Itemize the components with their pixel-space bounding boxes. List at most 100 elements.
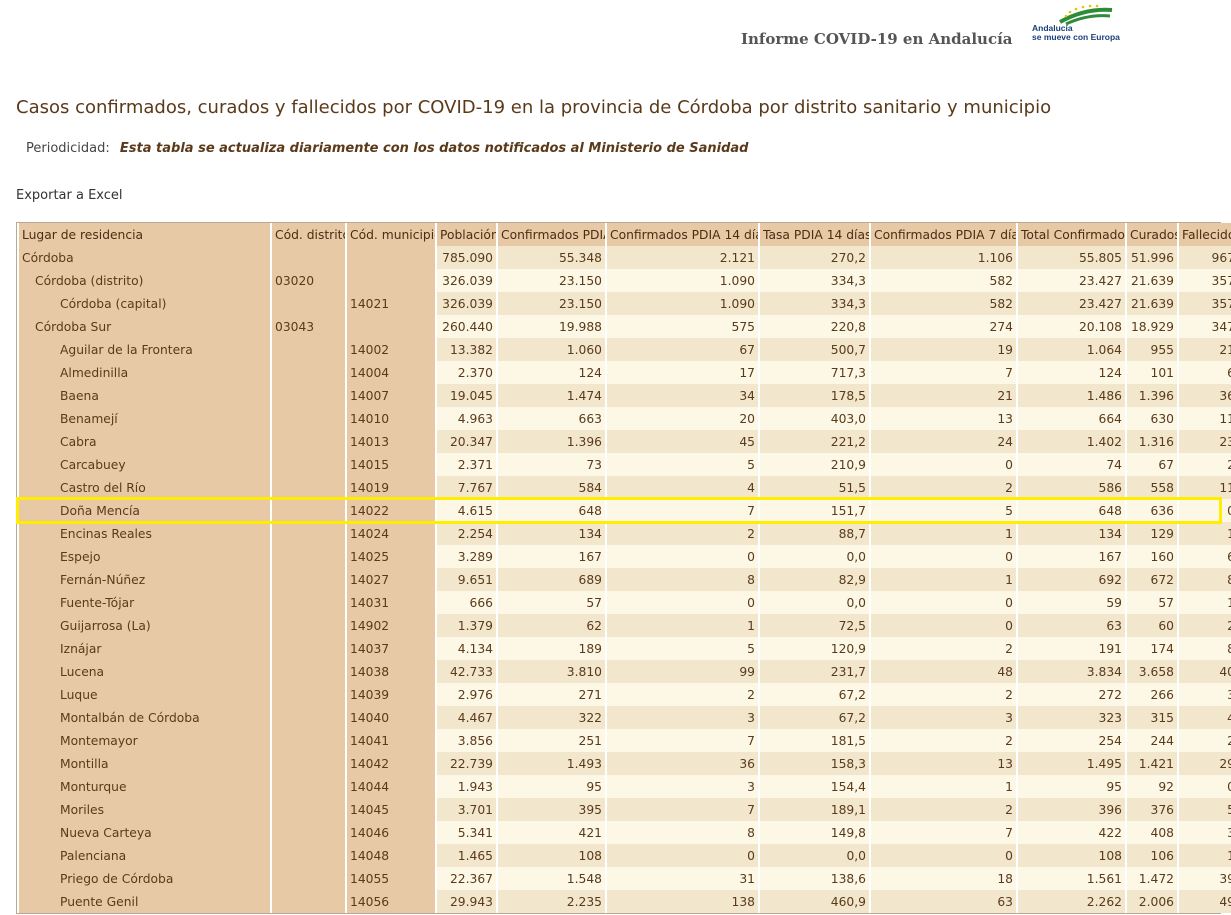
value-cell: 3.658 xyxy=(1127,660,1177,683)
value-cell: 8 xyxy=(1179,637,1231,660)
residence-cell: Aguilar de la Frontera xyxy=(19,338,270,361)
municipality-code-cell: 14027 xyxy=(347,568,435,591)
value-cell: 421 xyxy=(498,821,605,844)
district-code-cell xyxy=(272,430,345,453)
value-cell: 17 xyxy=(607,361,758,384)
value-cell: 31 xyxy=(607,867,758,890)
residence-cell: Encinas Reales xyxy=(19,522,270,545)
table-row: Nueva Carteya 140465.3414218149,874224083 xyxy=(19,821,1231,844)
value-cell: 2 xyxy=(1179,729,1231,752)
value-cell: 21.639 xyxy=(1127,269,1177,292)
municipality-code-cell: 14021 xyxy=(347,292,435,315)
table-row: Iznájar 140374.1341895120,921911748 xyxy=(19,637,1231,660)
value-cell: 8 xyxy=(607,821,758,844)
value-cell: 21.639 xyxy=(1127,292,1177,315)
value-cell: 55.805 xyxy=(1018,246,1125,269)
value-cell: 1 xyxy=(1179,522,1231,545)
value-cell: 191 xyxy=(1018,637,1125,660)
municipality-code-cell xyxy=(347,315,435,338)
value-cell: 2.254 xyxy=(437,522,496,545)
column-header: Curados xyxy=(1127,223,1177,246)
value-cell: 9.651 xyxy=(437,568,496,591)
value-cell: 5.341 xyxy=(437,821,496,844)
value-cell: 5 xyxy=(871,499,1016,522)
value-cell: 42.733 xyxy=(437,660,496,683)
table-row: Puente Genil 14056 29.943 2.235 138 460,9 63 2.… xyxy=(19,890,1231,913)
value-cell: 48 xyxy=(871,660,1016,683)
municipality-code-cell: 14048 xyxy=(347,844,435,867)
value-cell: 8 xyxy=(607,568,758,591)
value-cell: 1 xyxy=(607,614,758,637)
value-cell: 0 xyxy=(1179,499,1231,522)
value-cell: 4.963 xyxy=(437,407,496,430)
value-cell: 6 xyxy=(1179,545,1231,568)
value-cell: 20 xyxy=(607,407,758,430)
value-cell: 67,2 xyxy=(760,706,869,729)
district-code-cell xyxy=(272,453,345,476)
value-cell: 0 xyxy=(607,591,758,614)
value-cell: 334,3 xyxy=(760,292,869,315)
value-cell: 648 xyxy=(498,499,605,522)
value-cell: 664 xyxy=(1018,407,1125,430)
residence-cell: Lucena xyxy=(19,660,270,683)
value-cell: 1 xyxy=(1179,591,1231,614)
district-code-cell xyxy=(272,522,345,545)
value-cell: 19.045 xyxy=(437,384,496,407)
value-cell: 18.929 xyxy=(1127,315,1177,338)
export-excel-link[interactable]: Exportar a Excel xyxy=(16,188,123,203)
table-row: Luque140392.976271267,222722663 xyxy=(19,683,1231,706)
value-cell: 88,7 xyxy=(760,522,869,545)
district-code-cell xyxy=(272,752,345,775)
value-cell: 1.472 xyxy=(1127,867,1177,890)
value-cell: 357 xyxy=(1179,269,1231,292)
district-code-cell xyxy=(272,545,345,568)
value-cell: 0,0 xyxy=(760,545,869,568)
value-cell: 1.316 xyxy=(1127,430,1177,453)
value-cell: 586 xyxy=(1018,476,1125,499)
value-cell: 326.039 xyxy=(437,269,496,292)
periodicity-label: Periodicidad: xyxy=(26,141,110,156)
value-cell: 174 xyxy=(1127,637,1177,660)
value-cell: 20.347 xyxy=(437,430,496,453)
value-cell: 1.943 xyxy=(437,775,496,798)
value-cell: 2.262 xyxy=(1018,890,1125,913)
value-cell: 167 xyxy=(498,545,605,568)
residence-cell: Fuente-Tójar xyxy=(19,591,270,614)
value-cell: 1 xyxy=(871,775,1016,798)
value-cell: 266 xyxy=(1127,683,1177,706)
value-cell: 2.006 xyxy=(1127,890,1177,913)
table-row: Guijarrosa (La) 149021.37962172,5063602 xyxy=(19,614,1231,637)
value-cell: 270,2 xyxy=(760,246,869,269)
value-cell: 36 xyxy=(607,752,758,775)
value-cell: 29 xyxy=(1179,752,1231,775)
value-cell: 57 xyxy=(1127,591,1177,614)
district-code-cell xyxy=(272,683,345,706)
logo-line-2: se mueve con Europa xyxy=(1032,32,1120,42)
value-cell: 584 xyxy=(498,476,605,499)
value-cell: 251 xyxy=(498,729,605,752)
value-cell: 1.548 xyxy=(498,867,605,890)
residence-cell: Luque xyxy=(19,683,270,706)
municipality-code-cell: 14002 xyxy=(347,338,435,361)
value-cell: 0 xyxy=(871,453,1016,476)
covid-data-table: Lugar de residencia Cód. distrito Cód. mun… xyxy=(16,222,1231,914)
table-row: Aguilar de la Frontera 14002 13.382 1.060 67… xyxy=(19,338,1231,361)
value-cell: 57 xyxy=(498,591,605,614)
municipality-code-cell: 14010 xyxy=(347,407,435,430)
table-row: Baena 14007 19.045 1.474 34 178,5 21 1.486 1.396… xyxy=(19,384,1231,407)
municipality-code-cell: 14037 xyxy=(347,637,435,660)
column-header: Cód. municipio xyxy=(347,223,435,246)
value-cell: 220,8 xyxy=(760,315,869,338)
district-code-cell xyxy=(272,384,345,407)
value-cell: 67 xyxy=(1127,453,1177,476)
value-cell: 672 xyxy=(1127,568,1177,591)
municipality-code-cell xyxy=(347,269,435,292)
value-cell: 575 xyxy=(607,315,758,338)
value-cell: 4 xyxy=(1179,706,1231,729)
municipality-code-cell: 14046 xyxy=(347,821,435,844)
value-cell: 60 xyxy=(1127,614,1177,637)
value-cell: 106 xyxy=(1127,844,1177,867)
value-cell: 23 xyxy=(1179,430,1231,453)
table-body: Córdoba 785.090 55.348 2.121 270,2 1.106 55.80… xyxy=(19,246,1231,913)
value-cell: 3 xyxy=(607,775,758,798)
